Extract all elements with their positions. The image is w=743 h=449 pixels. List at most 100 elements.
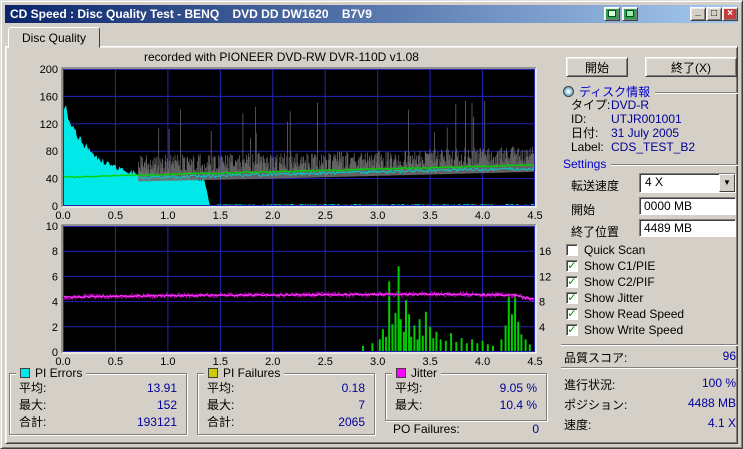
stat-row: 最大: 152 [10, 397, 186, 414]
divider [561, 344, 738, 346]
po-failures-label: PO Failures: [393, 422, 460, 436]
pi-errors-color-swatch [20, 368, 30, 378]
disc-info-value: CDS_TEST_B2 [611, 140, 696, 154]
speed-select-value: 4 X [645, 175, 664, 189]
axis-tick-label: 4 [52, 297, 58, 309]
stat-row: 平均: 13.91 [10, 380, 186, 397]
stat-label: 平均: [207, 381, 235, 395]
exit-button[interactable]: 終了(X) [645, 57, 737, 77]
checkbox-list: Quick Scan ✓ Show C1/PIE ✓ Show C2/PIF ✓ Show … [566, 242, 738, 338]
axis-tick-label: 80 [46, 146, 58, 158]
axis-tick-label: 8 [52, 246, 58, 258]
read-speed-label: 速度: [564, 418, 592, 432]
quality-bottom-svg: 0.0 0.5 1.0 1.5 2.0 2.5 3.0 3.5 4.0 4.50246810481… [46, 221, 552, 368]
jitter-color-swatch [396, 368, 406, 378]
save-icon [626, 10, 634, 17]
capture-button[interactable] [604, 7, 620, 21]
quality-top-svg: 0.0 0.5 1.0 1.5 2.0 2.5 3.0 3.5 4.0 4.50408012016… [40, 64, 543, 222]
axis-tick-label: 0.5 [108, 356, 123, 368]
position-label: ポジション: [564, 398, 628, 412]
stat-value: 10.4 % [499, 398, 537, 412]
app-window: CD Speed : Disc Quality Test - BENQ DVD … [0, 0, 743, 449]
stat-box-jitter: Jitter 平均: 9.05 % 最大: 10.4 % [385, 366, 547, 421]
disc-info-rows: タイプ: DVD-R ID: UTJR001001 日付: 31 July 2005 Lab… [571, 98, 738, 154]
axis-tick-label: 120 [40, 119, 58, 131]
settings-header: Settings [563, 157, 738, 171]
disc-info-value: UTJR001001 [611, 112, 682, 126]
axis-tick-label: 10 [46, 221, 58, 233]
end-position-label: 終了位置 [571, 225, 620, 239]
plot-background [63, 226, 535, 352]
stat-value: 0.18 [341, 381, 365, 395]
stat-value: 2065 [338, 415, 365, 429]
stat-row: 平均: 0.18 [198, 380, 374, 397]
save-image-button[interactable] [622, 7, 638, 21]
chevron-down-icon[interactable]: ▼ [719, 174, 735, 192]
maximize-button[interactable]: □ [706, 7, 722, 21]
axis-tick-label: 40 [46, 174, 58, 186]
jitter-pif-chart: 0.0 0.5 1.0 1.5 2.0 2.5 3.0 3.5 4.0 4.5 0 2 4 6 8 10 4 8 1… [9, 221, 554, 376]
checkbox-box[interactable]: ✓ [566, 308, 578, 320]
checkbox-box[interactable]: ✓ [566, 276, 578, 288]
stat-value: 9.05 % [499, 381, 537, 395]
start-button[interactable]: 開始 [566, 57, 628, 77]
stat-row: 合計: 193121 [10, 414, 186, 431]
checkbox-show-write-speed[interactable]: ✓ Show Write Speed [566, 322, 738, 338]
axis-tick-label: 0 [52, 201, 58, 213]
position-row: ポジション: 4488 MB [564, 396, 736, 413]
disc-icon [563, 86, 574, 97]
axis-tick-label: 8 [539, 297, 545, 309]
disc-info-label: 日付: [571, 126, 599, 140]
axis-tick-label: 6 [52, 271, 58, 283]
stat-row: 平均: 9.05 % [386, 380, 546, 397]
checkbox-label: Show Jitter [584, 291, 644, 305]
checkbox-label: Show C1/PIE [584, 259, 656, 273]
po-failures-row: PO Failures: 0 [393, 422, 539, 436]
start-position-input[interactable] [639, 197, 736, 215]
axis-tick-label: 4.5 [527, 356, 542, 368]
close-button[interactable]: × [722, 7, 738, 21]
axis-tick-label: 3.0 [370, 356, 385, 368]
disc-info-row: タイプ: DVD-R [571, 98, 738, 112]
checkbox-label: Quick Scan [584, 243, 646, 257]
checkbox-box[interactable] [566, 244, 578, 256]
minimize-button[interactable]: _ [690, 7, 706, 21]
speed-select[interactable]: 4 X ▼ [639, 173, 736, 193]
quality-score-row: 品質スコア: 96 [564, 349, 736, 366]
checkbox-quick-scan[interactable]: Quick Scan [566, 242, 738, 258]
axis-tick-label: 160 [40, 91, 58, 103]
read-speed-row: 速度: 4.1 X [564, 416, 736, 433]
checkbox-show-c1-pie[interactable]: ✓ Show C1/PIE [566, 258, 738, 274]
stat-box-pi-errors: PI Errors 平均: 13.91 最大: 152 合計: 193121 [9, 366, 187, 435]
disc-info-row: Label: CDS_TEST_B2 [571, 140, 738, 154]
stat-label: 合計: [19, 415, 47, 429]
end-position-input[interactable] [639, 219, 736, 237]
stat-label: 最大: [395, 398, 423, 412]
checkbox-show-jitter[interactable]: ✓ Show Jitter [566, 290, 738, 306]
chart-title: recorded with PIONEER DVD-RW DVR-110D v1… [144, 50, 419, 64]
quality-score-value: 96 [722, 349, 736, 363]
stat-box-title: PI Errors [35, 366, 83, 380]
checkbox-show-read-speed[interactable]: ✓ Show Read Speed [566, 306, 738, 322]
checkbox-box[interactable]: ✓ [566, 324, 578, 336]
checkbox-show-c2-pif[interactable]: ✓ Show C2/PIF [566, 274, 738, 290]
disc-info-label: タイプ: [571, 98, 611, 112]
checkbox-box[interactable]: ✓ [566, 292, 578, 304]
capture-icon [608, 10, 616, 17]
checkbox-box[interactable]: ✓ [566, 260, 578, 272]
stat-row: 最大: 7 [198, 397, 374, 414]
window-title: CD Speed : Disc Quality Test - BENQ DVD … [10, 7, 372, 21]
disc-info-label: Label: [571, 140, 604, 154]
axis-tick-label: 4.0 [475, 356, 490, 368]
progress-label: 進行状況: [564, 378, 616, 392]
tab-disc-quality[interactable]: Disc Quality [8, 27, 100, 48]
transfer-speed-label: 転送速度 [571, 179, 620, 193]
stat-value: 193121 [136, 415, 177, 429]
stat-box-legend: Jitter [392, 366, 442, 380]
disc-info-row: 日付: 31 July 2005 [571, 126, 738, 140]
progress-value: 100 % [701, 376, 736, 390]
quality-score-label: 品質スコア: [564, 351, 628, 365]
stat-label: 合計: [207, 415, 235, 429]
stat-box-legend: PI Errors [16, 366, 87, 380]
disc-info-value: DVD-R [611, 98, 649, 112]
